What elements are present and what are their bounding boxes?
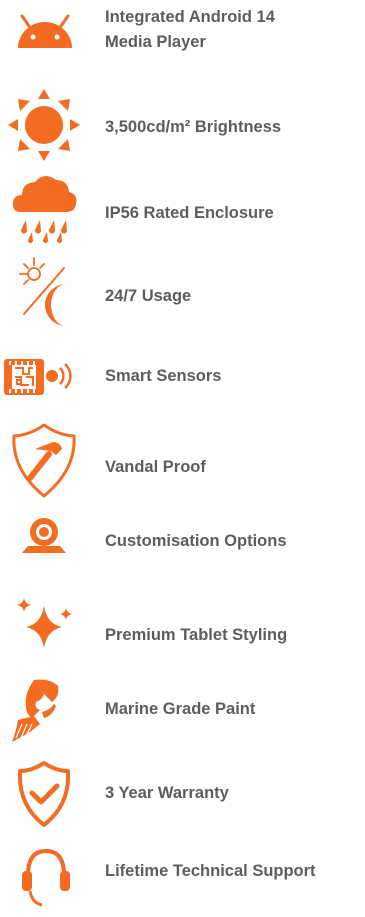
feature-3-year-warranty: 3 Year Warranty (0, 755, 365, 840)
feature-ip56-enclosure: IP56 Rated Enclosure (0, 168, 365, 253)
feature-label: Smart Sensors (105, 367, 222, 385)
feature-label: Premium Tablet Styling (105, 626, 288, 644)
sun-icon (0, 85, 90, 165)
feature-label: 3 Year Warranty (105, 784, 229, 802)
sensor-chip-icon (0, 337, 90, 417)
feature-premium-tablet-styling: Premium Tablet Styling (0, 590, 365, 675)
webcam-icon (0, 506, 90, 586)
feature-label-line2: Media Player (105, 33, 206, 51)
feature-customisation-options: Customisation Options (0, 506, 365, 591)
feature-label: 24/7 Usage (105, 287, 192, 305)
feature-label-line1: Integrated Android 14 (105, 8, 275, 26)
feature-android-media-player: Integrated Android 14 Media Player (0, 0, 365, 80)
feature-label: Customisation Options (105, 532, 287, 550)
rain-cloud-icon (0, 168, 90, 248)
feature-label: Lifetime Technical Support (105, 862, 316, 880)
shield-hammer-icon (0, 422, 90, 502)
feature-label: Marine Grade Paint (105, 700, 256, 718)
android-icon (0, 0, 90, 80)
feature-list: Integrated Android 14 Media Player 3,500… (0, 0, 365, 907)
headset-icon (0, 837, 90, 917)
feature-marine-grade-paint: Marine Grade Paint (0, 672, 365, 757)
paint-brush-icon (0, 672, 90, 752)
feature-label: IP56 Rated Enclosure (105, 204, 274, 222)
feature-brightness: 3,500cd/m² Brightness (0, 85, 365, 170)
feature-label: Vandal Proof (105, 458, 206, 476)
feature-24-7-usage: 24/7 Usage (0, 254, 365, 339)
sparkle-icon (0, 590, 90, 670)
sun-moon-icon (0, 254, 90, 334)
shield-check-icon (0, 755, 90, 835)
feature-smart-sensors: Smart Sensors (0, 337, 365, 422)
feature-vandal-proof: Vandal Proof (0, 422, 365, 507)
feature-label: 3,500cd/m² Brightness (105, 118, 282, 136)
feature-lifetime-technical-support: Lifetime Technical Support (0, 837, 365, 907)
